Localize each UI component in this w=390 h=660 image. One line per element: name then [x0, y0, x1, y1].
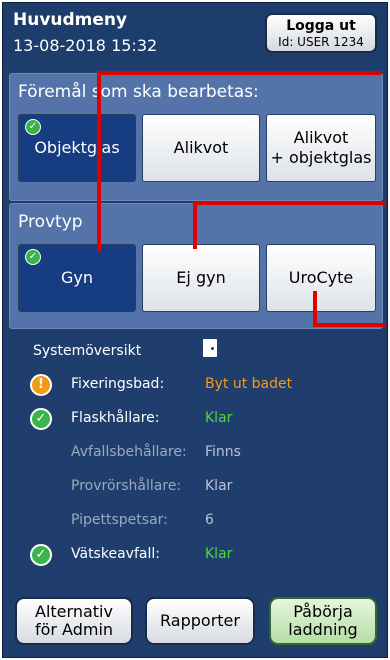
- option-alikvot-objektglas[interactable]: Alikvot + objektglas: [266, 114, 376, 182]
- status-label: Avfallsbehållare:: [71, 444, 187, 460]
- option-label: Ej gyn: [176, 268, 226, 287]
- check-circle-icon: ✓: [30, 408, 52, 430]
- option-label: Alikvot + objektglas: [270, 128, 372, 167]
- user-id: Id: USER 1234: [278, 35, 364, 49]
- option-alikvot[interactable]: Alikvot: [142, 114, 260, 182]
- reports-button[interactable]: Rapporter: [145, 597, 255, 645]
- option-label: Alikvot: [173, 138, 229, 157]
- items-panel-label: Föremål som ska bearbetas:: [18, 82, 259, 102]
- status-value: Byt ut badet: [205, 376, 293, 392]
- annotation-line: [193, 201, 385, 205]
- admin-options-button[interactable]: Alternativ för Admin: [15, 597, 133, 645]
- status-label: Flaskhållare:: [71, 410, 160, 426]
- sample-type-label: Provtyp: [18, 212, 83, 232]
- option-label: UroCyte: [288, 268, 354, 287]
- logout-label: Logga ut: [286, 18, 356, 34]
- annotation-line: [97, 71, 381, 75]
- start-loading-button[interactable]: Påbörja laddning: [269, 597, 377, 645]
- door-icon[interactable]: [203, 339, 217, 357]
- option-ej-gyn[interactable]: Ej gyn: [142, 244, 260, 312]
- option-urocyte[interactable]: UroCyte: [266, 244, 376, 312]
- check-icon: ✓: [25, 249, 41, 265]
- option-label: Gyn: [60, 268, 93, 287]
- bottom-toolbar: Alternativ för Admin Rapporter Påbörja l…: [3, 587, 387, 657]
- annotation-line: [313, 323, 385, 327]
- status-value: Klar: [205, 546, 233, 562]
- check-circle-icon: ✓: [30, 544, 52, 566]
- system-overview-title: Systemöversikt: [33, 343, 142, 359]
- status-row-provrorshallare: Provrörshållare: Klar: [3, 473, 387, 503]
- annotation-line: [313, 291, 317, 327]
- logout-button[interactable]: Logga ut Id: USER 1234: [265, 13, 377, 53]
- status-label: Vätskeavfall:: [71, 546, 160, 562]
- status-value: Klar: [205, 410, 233, 426]
- option-gyn[interactable]: ✓ Gyn: [18, 244, 136, 312]
- option-objektglas[interactable]: ✓ Objektglas: [18, 114, 136, 182]
- status-label: Pipettspetsar:: [71, 512, 168, 528]
- status-row-avfallsbehallare: Avfallsbehållare: Finns: [3, 439, 387, 469]
- status-row-pipettspetsar: Pipettspetsar: 6: [3, 507, 387, 537]
- status-value: 6: [205, 512, 214, 528]
- annotation-line: [97, 71, 101, 251]
- option-label: Objektglas: [34, 138, 120, 157]
- header: Huvudmeny 13-08-2018 15:32 Logga ut Id: …: [3, 3, 387, 69]
- status-value: Finns: [205, 444, 241, 460]
- button-label: Påbörja laddning: [288, 602, 358, 639]
- check-icon: ✓: [25, 119, 41, 135]
- items-panel: Föremål som ska bearbetas: ✓ Objektglas …: [9, 73, 383, 201]
- status-value: Klar: [205, 478, 233, 494]
- main-menu-screen: Huvudmeny 13-08-2018 15:32 Logga ut Id: …: [2, 2, 388, 658]
- button-label: Rapporter: [160, 611, 240, 630]
- status-row-fixeringsbad: ! Fixeringsbad: Byt ut badet: [3, 371, 387, 401]
- status-row-flaskhallare: ✓ Flaskhållare: Klar: [3, 405, 387, 435]
- annotation-line: [193, 201, 197, 249]
- warning-icon: !: [30, 374, 52, 396]
- page-title: Huvudmeny: [13, 10, 128, 30]
- datetime: 13-08-2018 15:32: [13, 36, 158, 55]
- button-label: Alternativ för Admin: [34, 602, 114, 639]
- status-row-vatskeavfall: ✓ Vätskeavfall: Klar: [3, 541, 387, 571]
- status-label: Fixeringsbad:: [71, 376, 165, 392]
- status-label: Provrörshållare:: [71, 478, 182, 494]
